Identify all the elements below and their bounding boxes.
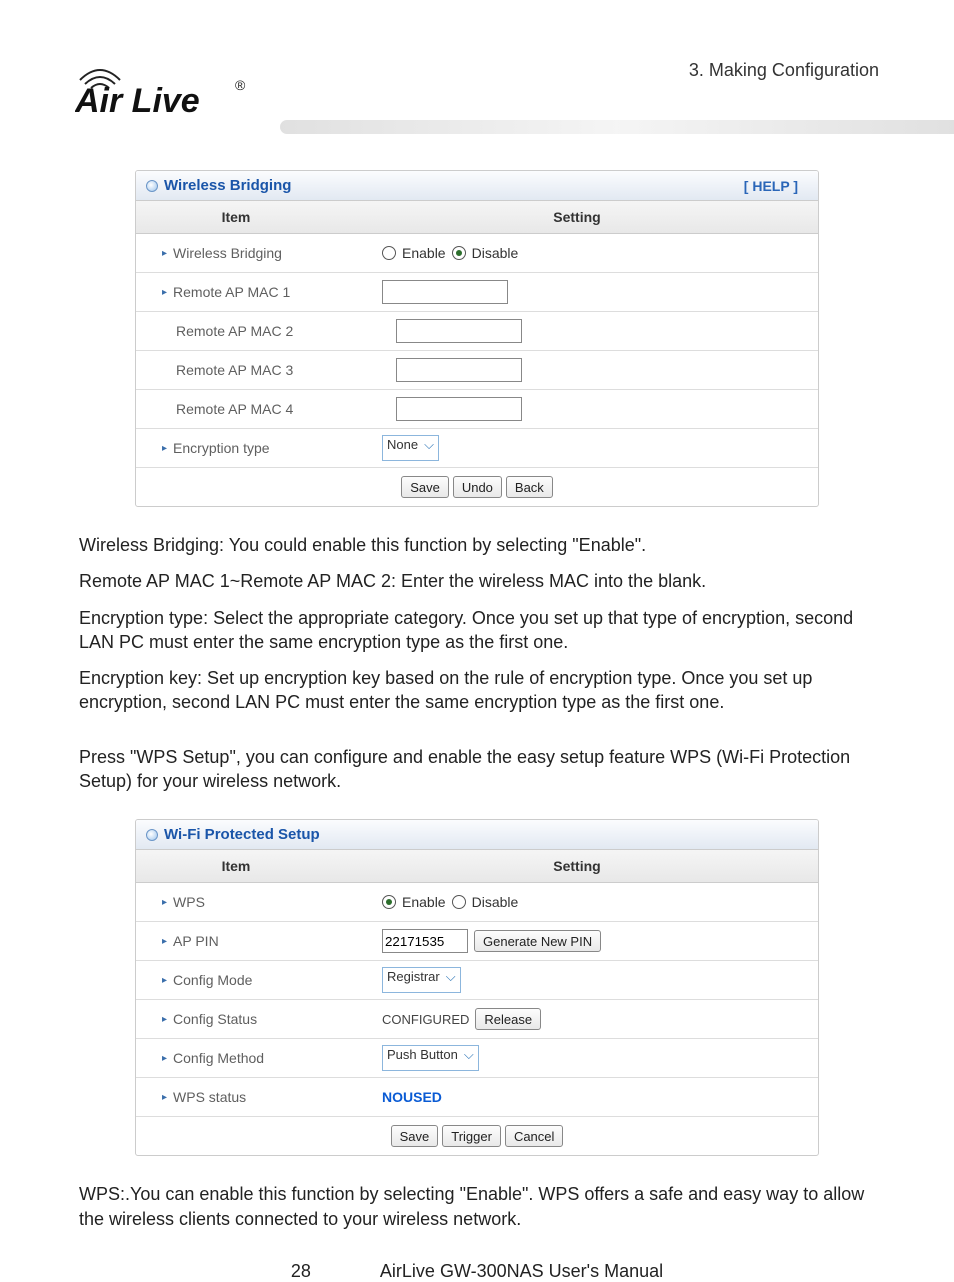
save-button[interactable]: Save	[401, 476, 449, 498]
config-mode-select[interactable]: Registrar⌵	[382, 967, 461, 993]
disable-radio[interactable]	[452, 246, 466, 260]
wps-disable-label: Disable	[472, 894, 519, 910]
desc-wps: WPS:.You can enable this function by sel…	[75, 1176, 879, 1237]
manual-title: AirLive GW-300NAS User's Manual	[380, 1261, 663, 1281]
page-number: 28	[291, 1261, 311, 1281]
desc-wps-intro: Press "WPS Setup", you can configure and…	[75, 739, 879, 800]
mac3-input[interactable]	[396, 358, 522, 382]
brand-logo: Air Live ®	[75, 50, 275, 123]
desc-mac: Remote AP MAC 1~Remote AP MAC 2: Enter t…	[75, 563, 879, 599]
desc-enckey: Encryption key: Set up encryption key ba…	[75, 660, 879, 721]
config-mode-label: Config Mode	[173, 972, 252, 988]
help-link[interactable]: [ HELP ]	[744, 178, 798, 194]
desc-enctype: Encryption type: Select the appropriate …	[75, 600, 879, 661]
mac1-input[interactable]	[382, 280, 508, 304]
panel-title-text: Wi-Fi Protected Setup	[164, 826, 320, 843]
caret-icon: ▸	[162, 1092, 167, 1103]
wps-enable-label: Enable	[402, 894, 446, 910]
panel-title-text: Wireless Bridging	[164, 177, 291, 194]
chapter-title: 3. Making Configuration	[689, 60, 879, 81]
cancel-button[interactable]: Cancel	[505, 1125, 563, 1147]
header-divider	[280, 120, 954, 134]
bullet-icon	[146, 180, 158, 192]
column-item: Item	[136, 850, 336, 882]
config-method-label: Config Method	[173, 1050, 264, 1066]
enable-label: Enable	[402, 245, 446, 261]
disable-label: Disable	[472, 245, 519, 261]
encryption-select[interactable]: None⌵	[382, 435, 439, 461]
release-button[interactable]: Release	[475, 1008, 541, 1030]
mac4-label: Remote AP MAC 4	[176, 401, 293, 417]
column-setting: Setting	[336, 850, 818, 882]
column-setting: Setting	[336, 201, 818, 233]
bullet-icon	[146, 829, 158, 841]
wps-enable-radio[interactable]	[382, 895, 396, 909]
wireless-bridging-panel: Wireless Bridging [ HELP ] Item Setting …	[135, 170, 819, 507]
chevron-down-icon: ⌵	[446, 969, 456, 984]
config-method-select[interactable]: Push Button⌵	[382, 1045, 479, 1071]
caret-icon: ▸	[162, 1014, 167, 1025]
mac1-label: Remote AP MAC 1	[173, 284, 290, 300]
ap-pin-label: AP PIN	[173, 933, 219, 949]
encryption-label: Encryption type	[173, 440, 270, 456]
mac3-label: Remote AP MAC 3	[176, 362, 293, 378]
caret-icon: ▸	[162, 975, 167, 986]
wireless-bridging-label: Wireless Bridging	[173, 245, 282, 261]
mac2-label: Remote AP MAC 2	[176, 323, 293, 339]
wps-status-label: WPS status	[173, 1089, 246, 1105]
chevron-down-icon: ⌵	[424, 437, 434, 452]
enable-radio[interactable]	[382, 246, 396, 260]
caret-icon: ▸	[162, 287, 167, 298]
config-status-label: Config Status	[173, 1011, 257, 1027]
column-item: Item	[136, 201, 336, 233]
desc-bridging: Wireless Bridging: You could enable this…	[75, 527, 879, 563]
ap-pin-input[interactable]	[382, 929, 468, 953]
caret-icon: ▸	[162, 897, 167, 908]
undo-button[interactable]: Undo	[453, 476, 502, 498]
caret-icon: ▸	[162, 936, 167, 947]
trigger-button[interactable]: Trigger	[442, 1125, 501, 1147]
svg-text:Air Live: Air Live	[75, 82, 200, 120]
wps-panel: Wi-Fi Protected Setup Item Setting ▸ WPS …	[135, 819, 819, 1156]
caret-icon: ▸	[162, 248, 167, 259]
save-button[interactable]: Save	[391, 1125, 439, 1147]
config-status-value: CONFIGURED	[382, 1012, 469, 1027]
svg-text:®: ®	[235, 77, 246, 93]
wps-label: WPS	[173, 894, 205, 910]
wps-status-value: NOUSED	[382, 1089, 442, 1105]
caret-icon: ▸	[162, 443, 167, 454]
caret-icon: ▸	[162, 1053, 167, 1064]
chevron-down-icon: ⌵	[464, 1047, 474, 1062]
back-button[interactable]: Back	[506, 476, 553, 498]
mac2-input[interactable]	[396, 319, 522, 343]
wps-disable-radio[interactable]	[452, 895, 466, 909]
generate-pin-button[interactable]: Generate New PIN	[474, 930, 601, 952]
mac4-input[interactable]	[396, 397, 522, 421]
